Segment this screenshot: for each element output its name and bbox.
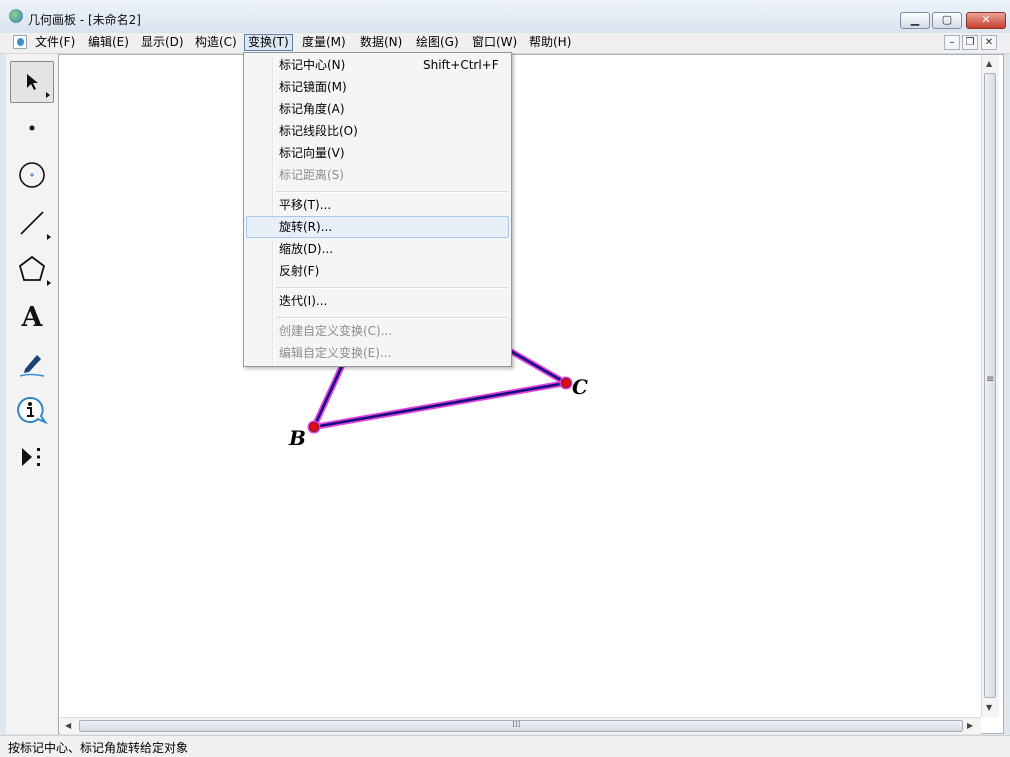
menu-construct[interactable]: 构造(C) — [192, 34, 240, 51]
document-icon[interactable] — [13, 35, 27, 49]
tool-menu-arrow-icon — [47, 234, 51, 240]
point-tool-icon — [29, 125, 35, 131]
menu-item-mark-mirror[interactable]: 标记镜面(M) — [246, 76, 509, 98]
menu-item-reflect[interactable]: 反射(F) — [246, 260, 509, 282]
menu-transform[interactable]: 变换(T) — [244, 34, 293, 51]
menu-item-edit-custom-transform: 编辑自定义变换(E)... — [279, 346, 392, 360]
point-c-label[interactable]: C — [572, 375, 588, 399]
status-text: 按标记中心、标记角旋转给定对象 — [8, 741, 189, 755]
menu-item-mark-vector[interactable]: 标记向量(V) — [246, 142, 509, 164]
horizontal-grip-icon: ⁞⁞⁞ — [512, 720, 521, 730]
menu-display[interactable]: 显示(D) — [138, 34, 187, 51]
compass-tool[interactable] — [10, 154, 54, 196]
status-bar: 按标记中心、标记角旋转给定对象 — [0, 735, 1010, 757]
horizontal-scrollbar[interactable]: ◀ ⁞⁞⁞ ▶ — [60, 717, 981, 734]
close-button[interactable]: ✕ — [966, 12, 1006, 29]
information-tool-icon — [17, 396, 48, 425]
menu-separator — [276, 191, 508, 193]
point-tool[interactable] — [10, 107, 54, 149]
scroll-down-arrow-icon[interactable]: ▼ — [986, 703, 992, 712]
point-c[interactable] — [559, 376, 573, 390]
scroll-right-arrow-icon[interactable]: ▶ — [967, 721, 973, 730]
arrow-tool[interactable] — [10, 61, 54, 103]
text-tool-icon: A — [21, 301, 43, 333]
point-b[interactable] — [307, 420, 321, 434]
compass-tool-icon — [19, 162, 45, 188]
menu-data[interactable]: 数据(N) — [357, 34, 405, 51]
point-b-label[interactable]: B — [288, 426, 306, 450]
marker-tool[interactable] — [10, 343, 54, 385]
sketch-canvas[interactable]: B C — [60, 55, 980, 717]
menu-graph[interactable]: 绘图(G) — [413, 34, 462, 51]
document-minimize-button[interactable]: – — [944, 35, 960, 50]
menu-window[interactable]: 窗口(W) — [469, 34, 520, 51]
sketchpad-window: 几何画板 - [未命名2] ▁ ▢ ✕ 文件(F) 编辑(E) 显示(D) 构造… — [0, 0, 1010, 757]
straightedge-tool[interactable] — [10, 202, 54, 244]
menu-item-translate[interactable]: 平移(T)... — [246, 194, 509, 216]
toolbox: A — [6, 54, 59, 734]
menu-item-mark-distance: 标记距离(S) — [279, 168, 344, 182]
menu-item-mark-segment-ratio[interactable]: 标记线段比(O) — [246, 120, 509, 142]
window-title: 几何画板 - [未命名2] — [28, 13, 141, 27]
shortcut-label: Shift+Ctrl+F — [423, 58, 499, 72]
menu-file[interactable]: 文件(F) — [32, 34, 78, 51]
tool-menu-arrow-icon — [47, 280, 51, 286]
sketchpad-app-icon[interactable] — [9, 9, 23, 23]
menu-bar: 文件(F) 编辑(E) 显示(D) 构造(C) 变换(T) 度量(M) 数据(N… — [0, 33, 1010, 54]
menu-measure[interactable]: 度量(M) — [299, 34, 349, 51]
vertical-scrollbar[interactable]: ▲ ≡ ▼ — [981, 55, 999, 717]
straightedge-tool-icon — [20, 211, 44, 235]
minimize-button[interactable]: ▁ — [900, 12, 930, 29]
horizontal-scroll-thumb[interactable]: ⁞⁞⁞ — [79, 720, 963, 732]
vertical-grip-icon: ≡ — [986, 374, 995, 385]
polygon-tool[interactable] — [10, 248, 54, 290]
document-close-button[interactable]: ✕ — [981, 35, 997, 50]
custom-tool-icon — [22, 448, 40, 466]
arrow-tool-icon — [27, 74, 38, 90]
menu-separator — [276, 287, 508, 289]
title-bar: 几何画板 - [未命名2] ▁ ▢ ✕ — [0, 0, 1010, 34]
scroll-left-arrow-icon[interactable]: ◀ — [65, 721, 71, 730]
polygon-tool-icon — [18, 255, 46, 281]
tool-menu-arrow-icon — [46, 92, 50, 98]
menu-edit[interactable]: 编辑(E) — [85, 34, 132, 51]
segment-bc[interactable] — [313, 380, 567, 430]
menu-item-mark-center[interactable]: 标记中心(N) Shift+Ctrl+F — [246, 54, 509, 76]
vertical-scroll-thumb[interactable]: ≡ — [984, 73, 996, 698]
custom-tool[interactable] — [10, 436, 54, 478]
menu-item-mark-angle[interactable]: 标记角度(A) — [246, 98, 509, 120]
maximize-button[interactable]: ▢ — [932, 12, 962, 29]
menu-item-dilate[interactable]: 缩放(D)... — [246, 238, 509, 260]
transform-menu: 标记中心(N) Shift+Ctrl+F 标记镜面(M) 标记角度(A) 标记线… — [243, 52, 512, 367]
menu-item-create-custom-transform: 创建自定义变换(C)... — [279, 324, 393, 338]
information-tool[interactable] — [10, 389, 54, 431]
menu-item-rotate[interactable]: 旋转(R)... — [246, 216, 509, 238]
menu-item-iterate[interactable]: 迭代(I)... — [246, 290, 509, 312]
scroll-up-arrow-icon[interactable]: ▲ — [986, 59, 992, 68]
text-tool[interactable]: A — [10, 296, 54, 338]
menu-help[interactable]: 帮助(H) — [526, 34, 574, 51]
marker-tool-icon — [19, 355, 45, 377]
document-restore-button[interactable]: ❐ — [962, 35, 978, 50]
menu-separator — [276, 317, 508, 319]
